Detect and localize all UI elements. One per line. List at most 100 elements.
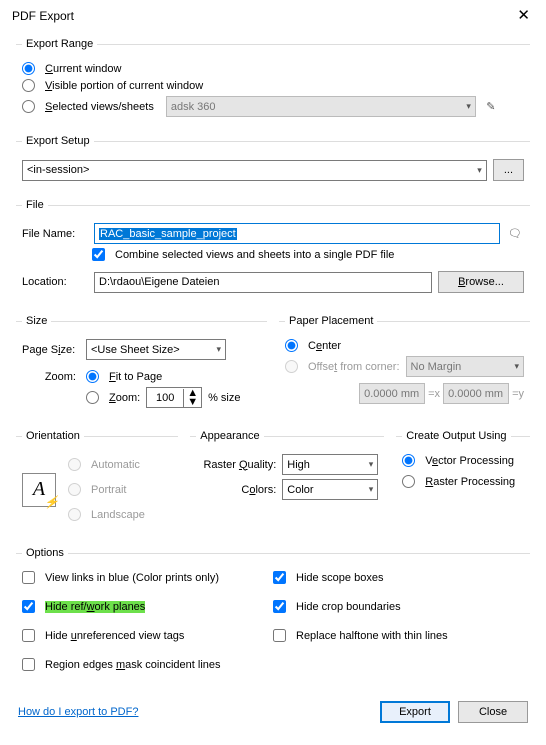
label-vector: Vector Processing — [425, 455, 514, 467]
titlebar: PDF Export ✕ — [0, 0, 546, 30]
colors-value: Color — [287, 484, 313, 496]
lbl-hide-scope: Hide scope boxes — [296, 572, 383, 584]
label-automatic: Automatic — [91, 459, 140, 471]
label-center: Center — [308, 340, 341, 352]
chevron-down-icon: ▾ — [477, 165, 482, 176]
radio-fit-page[interactable] — [86, 370, 99, 383]
paper-placement-group: Paper Placement Center Offset from corne… — [279, 315, 530, 418]
lbl-region-edges: Region edges mask coincident lines — [45, 659, 221, 671]
combine-label: Combine selected views and sheets into a… — [115, 249, 394, 261]
close-icon[interactable]: ✕ — [511, 8, 536, 24]
zoom-suffix: % size — [208, 392, 240, 404]
offset-y-eq: =y — [512, 388, 524, 400]
radio-landscape — [68, 508, 81, 521]
margin-value: No Margin — [411, 361, 462, 373]
lbl-replace-halftone: Replace halftone with thin lines — [296, 630, 448, 642]
radio-raster[interactable] — [402, 475, 415, 488]
label-offset: Offset from corner: — [308, 361, 400, 373]
create-output-legend: Create Output Using — [402, 430, 510, 442]
page-size-value: <Use Sheet Size> — [91, 344, 180, 356]
options-legend: Options — [22, 547, 68, 559]
file-legend: File — [22, 199, 48, 211]
size-group: Size Page Size: <Use Sheet Size> ▾ Zoom:… — [16, 315, 267, 418]
offset-x-field: 0.0000 mm — [359, 383, 425, 404]
browse-button[interactable]: Browse... — [438, 271, 524, 293]
label-selected-views: Selected views/sheets — [45, 101, 154, 113]
chk-hide-crop[interactable] — [273, 600, 286, 613]
location-field[interactable]: D:\rdaou\Eigene Dateien — [94, 272, 432, 293]
lbl-hide-ref: Hide ref/work planes — [45, 601, 145, 613]
file-name-field[interactable]: RAC_basic_sample_project — [94, 223, 500, 244]
setup-value: <in-session> — [27, 164, 89, 176]
size-legend: Size — [22, 315, 51, 327]
orientation-group: Orientation A Automatic Portrait Landsca… — [16, 430, 178, 535]
export-setup-group: Export Setup <in-session> ▾ ... — [16, 135, 530, 191]
file-name-label: File Name: — [22, 228, 88, 240]
label-landscape: Landscape — [91, 509, 145, 521]
window-title: PDF Export — [12, 9, 74, 23]
lbl-hide-crop: Hide crop boundaries — [296, 601, 401, 613]
label-fit-page: Fit to Page — [109, 371, 162, 383]
chevron-down-icon: ▾ — [369, 484, 374, 495]
colors-dropdown[interactable]: Color ▾ — [282, 479, 378, 500]
offset-x-eq: =x — [428, 388, 440, 400]
label-visible-portion: Visible portion of current window — [45, 80, 203, 92]
radio-selected-views[interactable] — [22, 100, 35, 113]
colors-label: Colors: — [196, 484, 276, 496]
chk-region-edges[interactable] — [22, 658, 35, 671]
page-size-dropdown[interactable]: <Use Sheet Size> ▾ — [86, 339, 226, 360]
radio-visible-portion[interactable] — [22, 79, 35, 92]
chk-view-links[interactable] — [22, 571, 35, 584]
paper-legend: Paper Placement — [285, 315, 377, 327]
lbl-hide-unref: Hide unreferenced view tags — [45, 630, 184, 642]
chevron-down-icon: ▾ — [216, 344, 221, 355]
zoom-label: Zoom: — [22, 371, 80, 383]
help-link[interactable]: How do I export to PDF? — [18, 706, 138, 718]
page-size-label: Page Size: — [22, 344, 80, 356]
selected-set-dropdown: adsk 360 ▾ — [166, 96, 476, 117]
appearance-legend: Appearance — [196, 430, 263, 442]
radio-vector[interactable] — [402, 454, 415, 467]
chk-replace-halftone[interactable] — [273, 629, 286, 642]
edit-set-icon[interactable]: ✎ — [482, 98, 500, 116]
lbl-view-links: View links in blue (Color prints only) — [45, 572, 219, 584]
create-output-group: Create Output Using Vector Processing Ra… — [396, 430, 530, 535]
file-name-value: RAC_basic_sample_project — [99, 228, 237, 240]
chevron-down-icon: ▾ — [514, 361, 519, 372]
orientation-preview-icon: A — [22, 473, 56, 507]
radio-automatic — [68, 458, 81, 471]
raster-quality-dropdown[interactable]: High ▾ — [282, 454, 378, 475]
chk-hide-scope[interactable] — [273, 571, 286, 584]
label-current-window: Current window — [45, 63, 121, 75]
label-zoom: Zoom: — [109, 392, 140, 404]
zoom-spinner[interactable]: 100 ▲▼ — [146, 387, 202, 408]
export-range-legend: Export Range — [22, 38, 97, 50]
export-range-group: Export Range Current window Visible port… — [16, 38, 530, 127]
label-raster: Raster Processing — [425, 476, 515, 488]
chk-hide-unref[interactable] — [22, 629, 35, 642]
raster-quality-value: High — [287, 459, 310, 471]
offset-y-field: 0.0000 mm — [443, 383, 509, 404]
name-options-icon[interactable]: 🗨 — [506, 225, 524, 243]
label-portrait: Portrait — [91, 484, 126, 496]
file-group: File File Name: RAC_basic_sample_project… — [16, 199, 530, 303]
orientation-legend: Orientation — [22, 430, 84, 442]
margin-dropdown: No Margin ▾ — [406, 356, 524, 377]
chk-hide-ref[interactable] — [22, 600, 35, 613]
close-button[interactable]: Close — [458, 701, 528, 723]
radio-center[interactable] — [285, 339, 298, 352]
options-group: Options View links in blue (Color prints… — [16, 547, 530, 681]
chevron-down-icon: ▾ — [466, 101, 471, 112]
radio-zoom[interactable] — [86, 391, 99, 404]
selected-set-value: adsk 360 — [171, 101, 216, 113]
setup-more-button[interactable]: ... — [493, 159, 524, 181]
chevron-down-icon: ▾ — [369, 459, 374, 470]
radio-current-window[interactable] — [22, 62, 35, 75]
export-button[interactable]: Export — [380, 701, 450, 723]
export-setup-legend: Export Setup — [22, 135, 94, 147]
location-label: Location: — [22, 276, 88, 288]
combine-checkbox[interactable] — [92, 248, 105, 261]
zoom-value: 100 — [147, 392, 183, 404]
spinner-down-icon[interactable]: ▼ — [184, 398, 201, 407]
setup-dropdown[interactable]: <in-session> ▾ — [22, 160, 487, 181]
